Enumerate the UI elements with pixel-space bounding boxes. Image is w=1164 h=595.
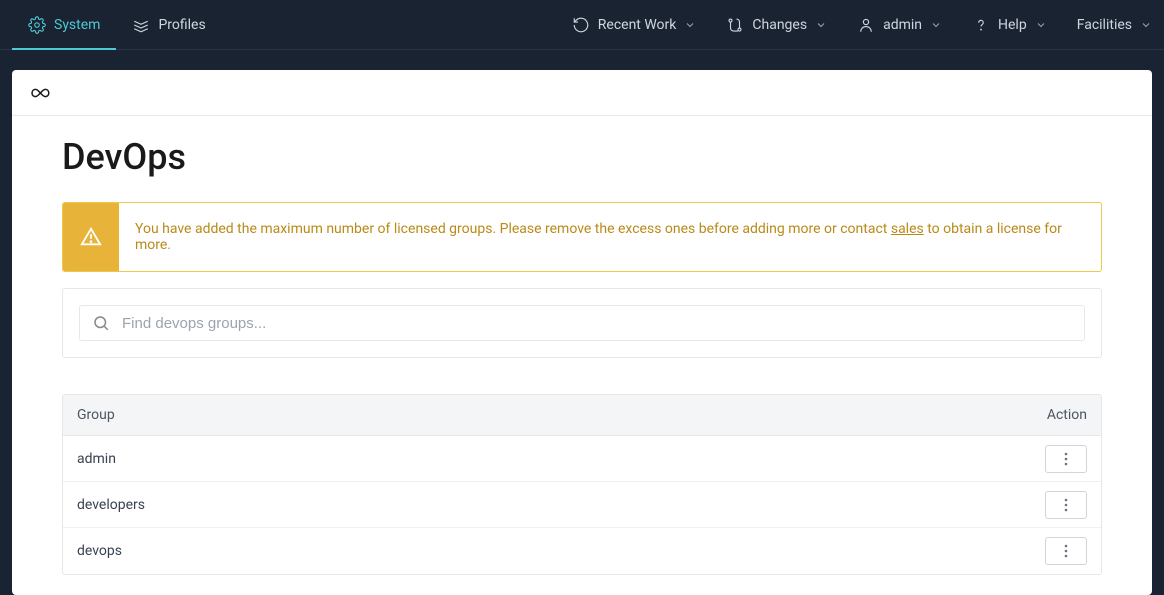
user-menu[interactable]: admin <box>857 16 942 34</box>
user-icon <box>857 16 875 34</box>
panel-body: DevOps You have added the maximum number… <box>12 116 1152 595</box>
clock-icon <box>572 16 590 34</box>
search-icon <box>92 314 110 332</box>
row-action-button[interactable] <box>1045 491 1087 519</box>
more-icon <box>1064 452 1068 466</box>
warning-icon-box <box>63 203 119 271</box>
more-icon <box>1064 544 1068 558</box>
main-panel: DevOps You have added the maximum number… <box>12 70 1152 595</box>
top-navigation: System Profiles Recent Work <box>0 0 1164 50</box>
sales-link[interactable]: sales <box>891 221 924 237</box>
facilities-label: Facilities <box>1077 17 1132 33</box>
chevron-down-icon <box>1035 19 1047 31</box>
chevron-down-icon <box>815 19 827 31</box>
question-icon <box>972 16 990 34</box>
groups-table: Group Action admin developers <box>62 394 1102 575</box>
header-action: Action <box>1027 407 1087 423</box>
topbar-right: Recent Work Changes admin <box>572 16 1152 34</box>
warning-icon <box>80 226 102 248</box>
table-row: devops <box>63 528 1101 574</box>
warning-text: You have added the maximum number of lic… <box>119 203 1101 271</box>
row-group-name: developers <box>77 497 1027 513</box>
page-title: DevOps <box>62 136 1102 178</box>
panel-header <box>12 70 1152 116</box>
facilities-menu[interactable]: Facilities <box>1077 17 1152 33</box>
search-input-wrap <box>79 305 1085 341</box>
row-group-name: devops <box>77 543 1027 559</box>
table-row: developers <box>63 482 1101 528</box>
layers-icon <box>132 16 150 34</box>
nav-profiles-label: Profiles <box>158 17 205 33</box>
help-menu[interactable]: Help <box>972 16 1047 34</box>
recent-work-label: Recent Work <box>598 17 677 33</box>
warning-text-before: You have added the maximum number of lic… <box>135 221 891 237</box>
nav-profiles[interactable]: Profiles <box>116 0 221 50</box>
chevron-down-icon <box>930 19 942 31</box>
row-action-button[interactable] <box>1045 445 1087 473</box>
changes-menu[interactable]: Changes <box>726 16 827 34</box>
more-icon <box>1064 498 1068 512</box>
search-input[interactable] <box>122 315 1072 332</box>
infinity-icon <box>26 86 50 100</box>
warning-banner: You have added the maximum number of lic… <box>62 202 1102 272</box>
header-group: Group <box>77 407 1027 423</box>
chevron-down-icon <box>1140 19 1152 31</box>
recent-work-menu[interactable]: Recent Work <box>572 16 697 34</box>
chevron-down-icon <box>684 19 696 31</box>
branch-icon <box>726 16 744 34</box>
table-row: admin <box>63 436 1101 482</box>
user-label: admin <box>883 17 922 33</box>
nav-system-label: System <box>54 17 100 33</box>
table-header: Group Action <box>63 395 1101 436</box>
topbar-left: System Profiles <box>12 0 222 50</box>
main-container: DevOps You have added the maximum number… <box>0 50 1164 595</box>
search-block <box>62 288 1102 358</box>
row-group-name: admin <box>77 451 1027 467</box>
row-action-button[interactable] <box>1045 537 1087 565</box>
changes-label: Changes <box>752 17 807 33</box>
gear-icon <box>28 16 46 34</box>
nav-system[interactable]: System <box>12 0 116 50</box>
help-label: Help <box>998 17 1027 33</box>
